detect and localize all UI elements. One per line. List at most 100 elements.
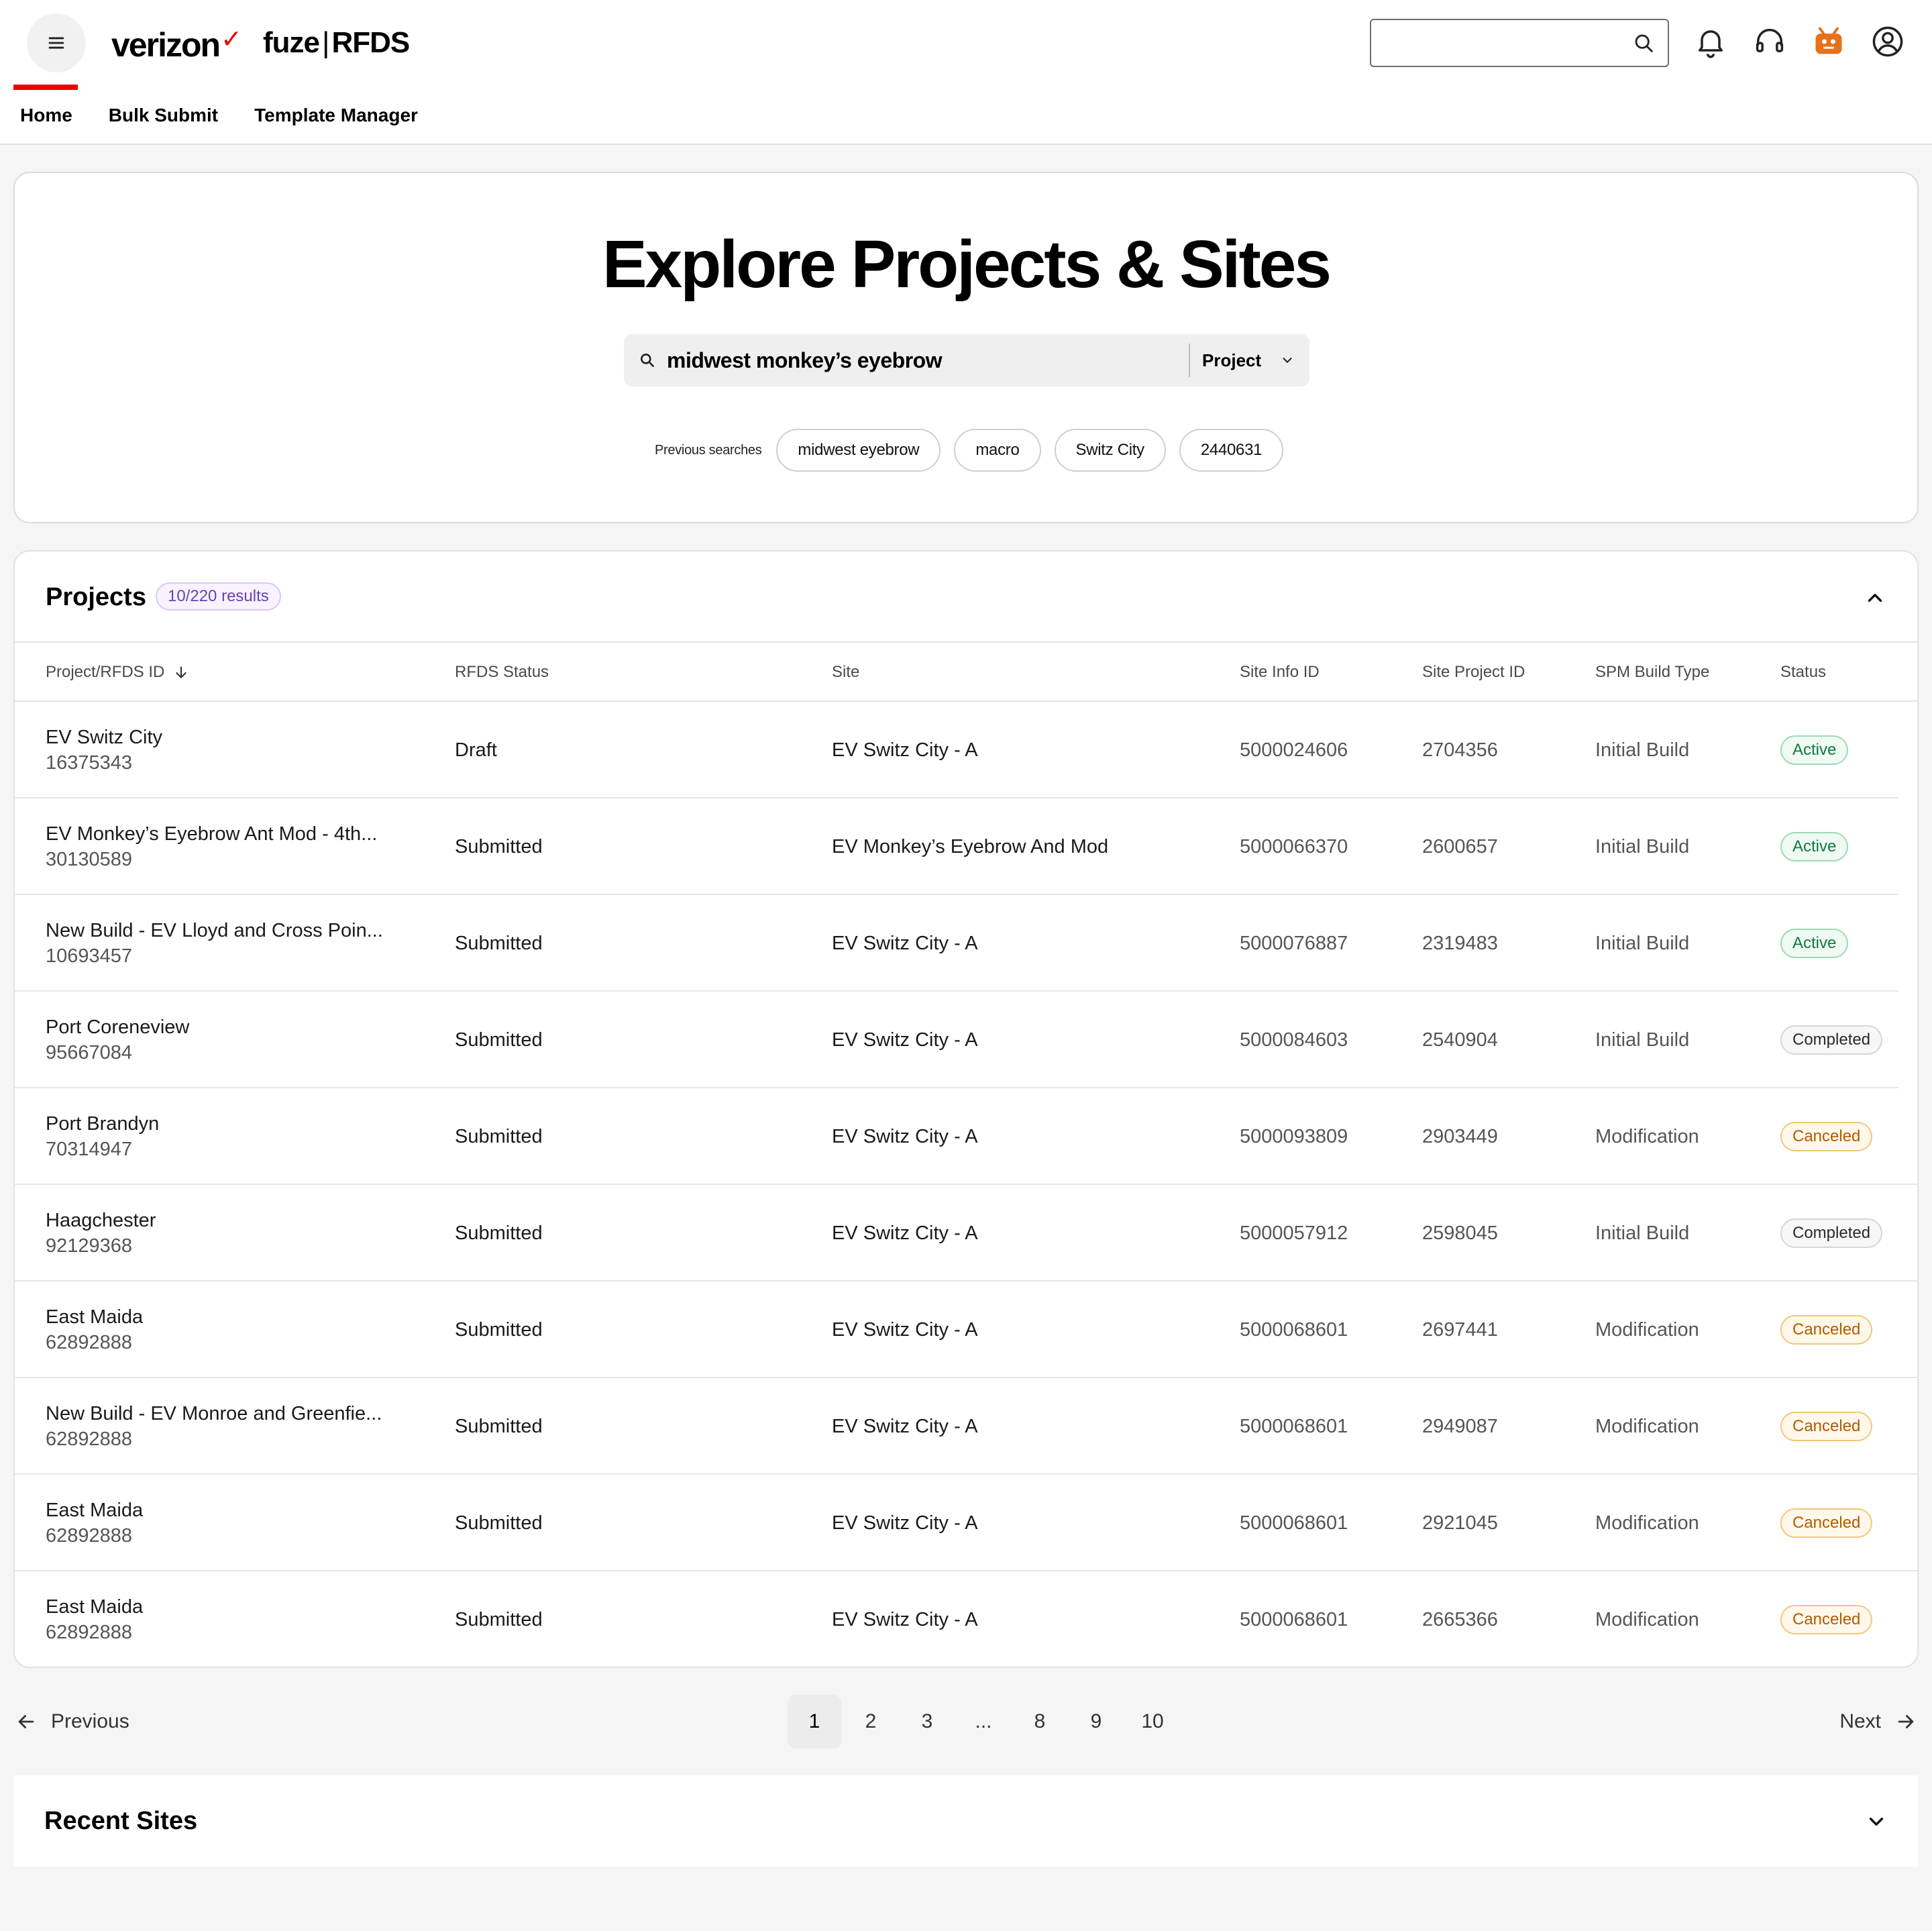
build-type-cell: Initial Build xyxy=(1595,932,1690,954)
menu-icon xyxy=(48,37,64,49)
project-cell: EV Switz City 16375343 xyxy=(46,702,162,798)
project-name[interactable]: East Maida xyxy=(46,1304,143,1330)
explore-search-input[interactable]: midwest monkey’s eyebrow xyxy=(667,334,943,386)
header-search-input[interactable] xyxy=(1382,27,1623,59)
site-project-id-cell: 2704356 xyxy=(1422,739,1498,761)
rfds-status-cell: Submitted xyxy=(455,1608,543,1630)
build-type-cell: Initial Build xyxy=(1595,1222,1690,1244)
table-row[interactable]: EV Monkey’s Eyebrow Ant Mod - 4th... 3013… xyxy=(15,798,1898,895)
product-logo[interactable]: fuze|RFDS xyxy=(263,25,410,60)
search-icon[interactable] xyxy=(1633,32,1656,55)
product-name-right: RFDS xyxy=(331,26,410,59)
previous-page-label: Previous xyxy=(51,1710,129,1732)
project-name[interactable]: East Maida xyxy=(46,1594,143,1620)
column-header-rfds-status[interactable]: RFDS Status xyxy=(455,643,549,702)
table-row[interactable]: EV Switz City 16375343 Draft EV Switz City … xyxy=(15,702,1898,798)
previous-search-chip[interactable]: Switz City xyxy=(1054,429,1166,472)
nav-bulk-submit[interactable]: Bulk Submit xyxy=(93,86,238,145)
status-badge: Completed xyxy=(1780,1025,1883,1055)
chevron-down-icon[interactable] xyxy=(1865,1810,1888,1833)
build-type-cell: Initial Build xyxy=(1595,739,1690,761)
status-cell: Active xyxy=(1780,895,1849,992)
status-cell: Active xyxy=(1780,702,1849,798)
menu-button[interactable] xyxy=(27,13,86,72)
page-button[interactable]: 2 xyxy=(844,1695,898,1749)
support-button[interactable] xyxy=(1750,20,1790,63)
nav-template-manager[interactable]: Template Manager xyxy=(238,86,438,145)
project-name[interactable]: EV Switz City xyxy=(46,725,162,750)
project-rfds-id: 62892888 xyxy=(46,1622,133,1643)
header-search-box[interactable] xyxy=(1370,19,1669,67)
page-ellipsis: ... xyxy=(975,1710,992,1732)
site-cell: EV Switz City - A xyxy=(832,1125,978,1147)
site-info-id-cell: 5000068601 xyxy=(1240,1415,1348,1437)
column-header-site[interactable]: Site xyxy=(832,643,859,702)
page-button[interactable]: 3 xyxy=(900,1695,954,1749)
project-name[interactable]: EV Monkey’s Eyebrow Ant Mod - 4th... xyxy=(46,821,377,847)
column-header-build-type[interactable]: SPM Build Type xyxy=(1595,643,1709,702)
status-badge: Canceled xyxy=(1780,1412,1873,1441)
table-row[interactable]: Port Brandyn 70314947 Submitted EV Switz Ci… xyxy=(15,1088,1917,1185)
explore-search-bar[interactable]: midwest monkey’s eyebrow Project xyxy=(624,334,1309,386)
product-name-left: fuze xyxy=(263,26,320,59)
nav-home[interactable]: Home xyxy=(0,85,93,145)
site-cell: EV Switz City - A xyxy=(832,1512,978,1534)
table-row[interactable]: Haagchester 92129368 Submitted EV Switz Cit… xyxy=(15,1185,1917,1282)
verizon-logo[interactable]: verizon ✓ xyxy=(111,24,242,62)
rfds-status-cell: Submitted xyxy=(455,1318,543,1341)
search-scope-select[interactable]: Project xyxy=(1202,334,1303,386)
site-info-id-cell: 5000066370 xyxy=(1240,835,1348,857)
project-name[interactable]: New Build - EV Monroe and Greenfie... xyxy=(46,1401,382,1426)
notifications-button[interactable] xyxy=(1690,20,1731,63)
recent-sites-panel: Recent Sites xyxy=(13,1775,1919,1867)
project-cell: East Maida 62892888 xyxy=(46,1282,143,1378)
site-info-id-cell: 5000068601 xyxy=(1240,1318,1348,1341)
build-type-cell: Modification xyxy=(1595,1512,1699,1534)
table-row[interactable]: East Maida 62892888 Submitted EV Switz City… xyxy=(15,1282,1917,1378)
column-header-site-project-id[interactable]: Site Project ID xyxy=(1422,643,1525,702)
next-page-button[interactable]: Next xyxy=(1839,1695,1917,1749)
project-rfds-id: 70314947 xyxy=(46,1139,133,1160)
table-row[interactable]: New Build - EV Lloyd and Cross Poin... 10… xyxy=(15,895,1898,992)
site-project-id-cell: 2697441 xyxy=(1422,1318,1498,1341)
column-header-status[interactable]: Status xyxy=(1780,643,1826,702)
previous-search-chip[interactable]: midwest eyebrow xyxy=(776,429,941,472)
page-button[interactable]: 9 xyxy=(1069,1695,1123,1749)
column-header-project-id[interactable]: Project/RFDS ID xyxy=(46,643,190,702)
project-rfds-id: 10693457 xyxy=(46,945,133,967)
previous-page-button[interactable]: Previous xyxy=(15,1695,129,1749)
search-scope-value: Project xyxy=(1202,350,1262,370)
next-page-label: Next xyxy=(1839,1710,1881,1732)
projects-table-body: EV Switz City 16375343 Draft EV Switz City … xyxy=(15,702,1917,1667)
project-rfds-id: 95667084 xyxy=(46,1042,133,1063)
page-button[interactable]: 1 xyxy=(788,1695,841,1749)
status-badge: Active xyxy=(1780,832,1849,862)
site-cell: EV Switz City - A xyxy=(832,1029,978,1051)
assistant-bot-icon xyxy=(1815,27,1842,54)
table-row[interactable]: East Maida 62892888 Submitted EV Switz City… xyxy=(15,1571,1917,1667)
arrow-left-icon xyxy=(18,1715,34,1728)
page-button[interactable]: 10 xyxy=(1126,1695,1179,1749)
table-row[interactable]: Port Coreneview 95667084 Submitted EV Switz… xyxy=(15,992,1898,1088)
project-name[interactable]: New Build - EV Lloyd and Cross Poin... xyxy=(46,918,383,943)
previous-search-chip[interactable]: macro xyxy=(954,429,1041,472)
status-badge: Active xyxy=(1780,929,1849,958)
project-name[interactable]: Haagchester xyxy=(46,1208,156,1233)
main-nav: Home Bulk Submit Template Manager xyxy=(0,85,438,145)
site-info-id-cell: 5000068601 xyxy=(1240,1512,1348,1534)
sort-arrow-down-icon[interactable] xyxy=(172,664,190,681)
page-button[interactable]: 8 xyxy=(1013,1695,1067,1749)
project-name[interactable]: Port Brandyn xyxy=(46,1111,159,1137)
project-name[interactable]: East Maida xyxy=(46,1498,143,1523)
nav-template-manager-label: Template Manager xyxy=(254,105,418,125)
previous-search-chip[interactable]: 2440631 xyxy=(1179,429,1284,472)
project-name[interactable]: Port Coreneview xyxy=(46,1014,189,1040)
chevron-up-icon[interactable] xyxy=(1864,586,1886,609)
page-numbers: 1 2 3... 8 9 10 xyxy=(788,1695,1182,1749)
status-badge: Canceled xyxy=(1780,1508,1873,1538)
account-button[interactable] xyxy=(1868,20,1908,63)
table-row[interactable]: New Build - EV Monroe and Greenfie... 628… xyxy=(15,1378,1917,1475)
column-header-site-info-id[interactable]: Site Info ID xyxy=(1240,643,1320,702)
assistant-button[interactable] xyxy=(1809,20,1849,63)
table-row[interactable]: East Maida 62892888 Submitted EV Switz City… xyxy=(15,1475,1917,1571)
